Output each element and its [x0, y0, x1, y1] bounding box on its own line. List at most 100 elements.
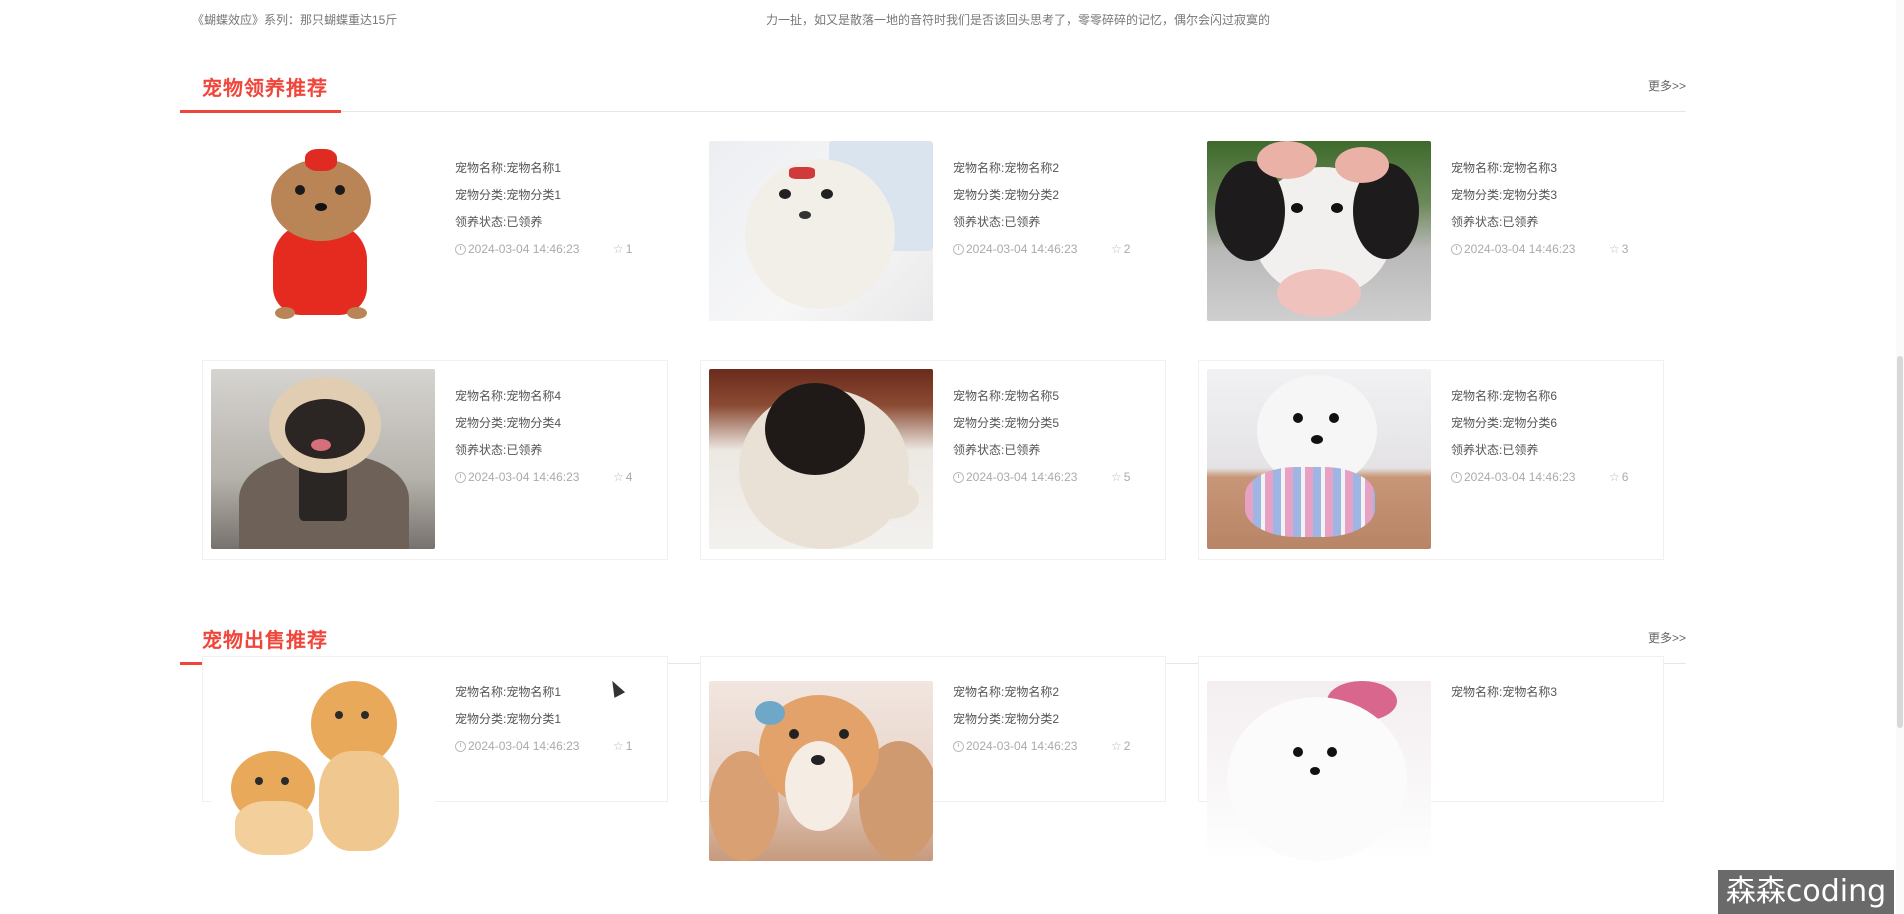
like-count: 2 [1123, 739, 1131, 753]
pet-category: 宠物分类:宠物分类4 [455, 416, 562, 430]
like-count: 1 [625, 242, 633, 256]
pet-photo-poodle[interactable] [1207, 141, 1431, 321]
pet-card[interactable]: 宠物名称:宠物名称2 宠物分类:宠物分类2 领养状态:已领养 2024-03-0… [700, 132, 1166, 332]
pet-photo-yorkie[interactable] [211, 141, 435, 321]
pet-info: 宠物名称:宠物名称4 宠物分类:宠物分类4 领养状态:已领养 2024-03-0… [455, 383, 632, 491]
clock-icon [455, 244, 466, 255]
pet-photo-corgi[interactable] [709, 681, 933, 861]
pet-date: 2024-03-04 14:46:23 [1464, 470, 1576, 484]
sale-section: 宠物出售推荐 更多>> 宠物名称:宠物名称1 宠物分类:宠物分类1 2024-0… [180, 612, 1686, 861]
pet-photo-pomeranian[interactable] [1207, 681, 1431, 861]
star-icon[interactable]: ☆ [1111, 236, 1122, 263]
pet-category: 宠物分类:宠物分类5 [953, 416, 1060, 430]
star-icon[interactable]: ☆ [1609, 236, 1620, 263]
pet-photo-pug-puppy[interactable] [709, 369, 933, 549]
pet-info: 宠物名称:宠物名称3 [1451, 679, 1596, 760]
pet-card[interactable]: 宠物名称:宠物名称3 宠物分类:宠物分类3 领养状态:已领养 2024-03-0… [1198, 132, 1664, 332]
pet-name: 宠物名称:宠物名称3 [1451, 685, 1558, 699]
pet-date: 2024-03-04 14:46:23 [468, 242, 580, 256]
adoption-status: 领养状态:已领养 [953, 215, 1041, 229]
section-title: 宠物领养推荐 [202, 78, 328, 100]
more-link[interactable]: 更多>> [1648, 77, 1686, 94]
like-count: 2 [1123, 242, 1131, 256]
pet-date: 2024-03-04 14:46:23 [966, 739, 1078, 753]
pet-name: 宠物名称:宠物名称4 [455, 389, 562, 403]
pet-photo-maltese[interactable] [709, 141, 933, 321]
more-link[interactable]: 更多>> [1648, 629, 1686, 646]
pet-photo-bichon[interactable] [1207, 369, 1431, 549]
pet-meta: 2024-03-04 14:46:23 ☆ 1 [455, 733, 632, 760]
scrollbar-thumb[interactable] [1897, 356, 1903, 728]
pet-meta [1451, 733, 1596, 760]
clock-icon [455, 472, 466, 483]
pet-category [1451, 706, 1596, 733]
pet-photo-kittens[interactable] [211, 681, 435, 861]
pet-card[interactable]: 宠物名称:宠物名称4 宠物分类:宠物分类4 领养状态:已领养 2024-03-0… [202, 360, 668, 560]
like-count: 5 [1123, 470, 1131, 484]
like-count: 6 [1621, 470, 1629, 484]
pet-photo-pug-suit[interactable] [211, 369, 435, 549]
clock-icon [1451, 472, 1462, 483]
pet-category: 宠物分类:宠物分类1 [455, 188, 562, 202]
adoption-status: 领养状态:已领养 [1451, 443, 1539, 457]
pet-date: 2024-03-04 14:46:23 [468, 739, 580, 753]
pet-info: 宠物名称:宠物名称3 宠物分类:宠物分类3 领养状态:已领养 2024-03-0… [1451, 155, 1628, 263]
pet-card[interactable]: 宠物名称:宠物名称5 宠物分类:宠物分类5 领养状态:已领养 2024-03-0… [700, 360, 1166, 560]
adoption-status: 领养状态:已领养 [953, 443, 1041, 457]
like-count: 1 [625, 739, 633, 753]
pet-info: 宠物名称:宠物名称1 宠物分类:宠物分类1 领养状态:已领养 2024-03-0… [455, 155, 632, 263]
pet-name: 宠物名称:宠物名称5 [953, 389, 1060, 403]
pet-category: 宠物分类:宠物分类2 [953, 188, 1060, 202]
star-icon[interactable]: ☆ [1111, 733, 1122, 760]
page-scrollbar[interactable] [1896, 0, 1904, 914]
pet-meta: 2024-03-04 14:46:23 ☆ 3 [1451, 236, 1628, 263]
adoption-status: 领养状态:已领养 [1451, 215, 1539, 229]
pet-meta: 2024-03-04 14:46:23 ☆ 2 [953, 236, 1130, 263]
pet-info: 宠物名称:宠物名称5 宠物分类:宠物分类5 领养状态:已领养 2024-03-0… [953, 383, 1130, 491]
clock-icon [953, 472, 964, 483]
pet-name: 宠物名称:宠物名称3 [1451, 161, 1558, 175]
pet-name: 宠物名称:宠物名称2 [953, 685, 1060, 699]
pet-category: 宠物分类:宠物分类1 [455, 712, 562, 726]
section-header: 宠物领养推荐 更多>> [180, 60, 1686, 113]
star-icon[interactable]: ☆ [1111, 464, 1122, 491]
section-title: 宠物出售推荐 [202, 630, 328, 652]
top-left-text[interactable]: 《蝴蝶效应》系列：那只蝴蝶重达15斤 [192, 11, 397, 28]
pet-name: 宠物名称:宠物名称2 [953, 161, 1060, 175]
clock-icon [953, 244, 964, 255]
adoption-section: 宠物领养推荐 更多>> 宠物名称:宠物名称1 宠物分类:宠物分类1 领养状态:已… [180, 60, 1686, 560]
pet-card[interactable]: 宠物名称:宠物名称6 宠物分类:宠物分类6 领养状态:已领养 2024-03-0… [1198, 360, 1664, 560]
pet-name: 宠物名称:宠物名称6 [1451, 389, 1558, 403]
pet-card[interactable]: 宠物名称:宠物名称1 宠物分类:宠物分类1 2024-03-04 14:46:2… [202, 656, 668, 861]
pet-card[interactable]: 宠物名称:宠物名称2 宠物分类:宠物分类2 2024-03-04 14:46:2… [700, 656, 1166, 861]
clock-icon [1451, 244, 1462, 255]
pet-meta: 2024-03-04 14:46:23 ☆ 1 [455, 236, 632, 263]
pet-category: 宠物分类:宠物分类6 [1451, 416, 1558, 430]
pet-meta: 2024-03-04 14:46:23 ☆ 4 [455, 464, 632, 491]
pet-info: 宠物名称:宠物名称2 宠物分类:宠物分类2 领养状态:已领养 2024-03-0… [953, 155, 1130, 263]
clock-icon [455, 741, 466, 752]
pet-name: 宠物名称:宠物名称1 [455, 161, 562, 175]
pet-card[interactable]: 宠物名称:宠物名称1 宠物分类:宠物分类1 领养状态:已领养 2024-03-0… [202, 132, 668, 332]
adoption-status: 领养状态:已领养 [455, 215, 543, 229]
pet-info: 宠物名称:宠物名称1 宠物分类:宠物分类1 2024-03-04 14:46:2… [455, 679, 632, 760]
like-count: 3 [1621, 242, 1629, 256]
pet-info: 宠物名称:宠物名称2 宠物分类:宠物分类2 2024-03-04 14:46:2… [953, 679, 1130, 760]
pet-meta: 2024-03-04 14:46:23 ☆ 6 [1451, 464, 1628, 491]
watermark: 森森coding [1718, 870, 1894, 914]
star-icon[interactable]: ☆ [613, 733, 624, 760]
star-icon[interactable]: ☆ [613, 464, 624, 491]
pet-date: 2024-03-04 14:46:23 [966, 470, 1078, 484]
clock-icon [953, 741, 964, 752]
star-icon[interactable]: ☆ [613, 236, 624, 263]
adoption-status: 领养状态:已领养 [455, 443, 543, 457]
pet-category: 宠物分类:宠物分类2 [953, 712, 1060, 726]
star-icon[interactable]: ☆ [1609, 464, 1620, 491]
pet-card[interactable]: 宠物名称:宠物名称3 [1198, 656, 1664, 861]
pet-info: 宠物名称:宠物名称6 宠物分类:宠物分类6 领养状态:已领养 2024-03-0… [1451, 383, 1628, 491]
top-center-text[interactable]: 力一扯，如又是散落一地的音符时我们是否该回头思考了，零零碎碎的记忆，偶尔会闪过寂… [766, 11, 1270, 28]
pet-category: 宠物分类:宠物分类3 [1451, 188, 1558, 202]
pet-meta: 2024-03-04 14:46:23 ☆ 2 [953, 733, 1130, 760]
section-title-underline [180, 110, 341, 113]
pet-date: 2024-03-04 14:46:23 [966, 242, 1078, 256]
